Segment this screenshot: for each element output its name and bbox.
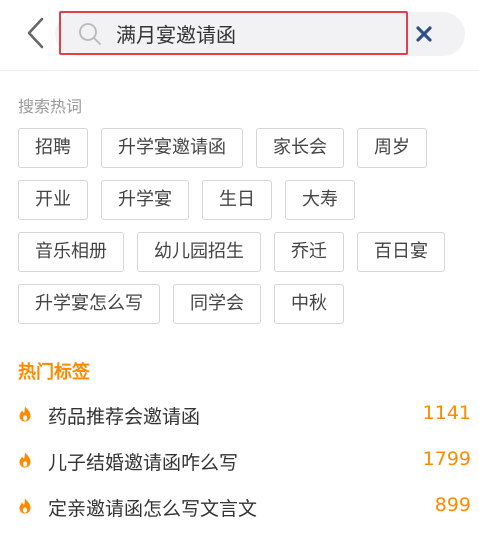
flame-icon [19,406,31,422]
popular-item-label: 药品推荐会邀请函 [48,406,201,428]
tag-row: 招聘 升学宴邀请函 家长会 周岁 [18,128,468,168]
search-input[interactable] [116,17,396,49]
hot-tag[interactable]: 百日宴 [357,232,445,272]
tag-row: 升学宴怎么写 同学会 中秋 [18,284,468,324]
popular-list: 药品推荐会邀请函 1141 儿子结婚邀请函咋么写 1799 定亲邀请函怎么写文言… [0,392,479,530]
hot-tag[interactable]: 同学会 [173,284,261,324]
hot-tag[interactable]: 中秋 [274,284,344,324]
clear-button[interactable] [412,22,436,46]
popular-item[interactable]: 定亲邀请函怎么写文言文 899 [0,484,479,530]
hot-tag[interactable]: 家长会 [256,128,344,168]
popular-item-count: 1799 [422,448,471,470]
popular-item-label: 儿子结婚邀请函咋么写 [48,452,239,474]
popular-item-count: 1141 [422,402,471,424]
search-icon [79,23,101,45]
hot-search-title: 搜索热词 [18,97,83,116]
hot-tag[interactable]: 幼儿园招生 [137,232,261,272]
clear-icon [416,26,432,42]
tag-row: 开业 升学宴 生日 大寿 [18,180,468,220]
hot-tag[interactable]: 周岁 [357,128,427,168]
popular-item-count: 899 [434,494,471,516]
back-button[interactable] [22,14,52,52]
back-arrow-icon [27,17,44,49]
hot-tag[interactable]: 招聘 [18,128,88,168]
hot-tag[interactable]: 升学宴 [101,180,189,220]
popular-item-label: 定亲邀请函怎么写文言文 [48,498,258,520]
hot-tag[interactable]: 生日 [202,180,272,220]
popular-tags-title: 热门标签 [18,362,90,383]
hot-tag[interactable]: 升学宴怎么写 [18,284,160,324]
tag-row: 音乐相册 幼儿园招生 乔迁 百日宴 [18,232,468,272]
hot-tag[interactable]: 大寿 [285,180,355,220]
top-bar [0,0,479,71]
flame-icon [19,452,31,468]
hot-tag[interactable]: 升学宴邀请函 [101,128,243,168]
flame-icon [19,498,31,514]
hot-tag[interactable]: 音乐相册 [18,232,124,272]
hot-tag[interactable]: 乔迁 [274,232,344,272]
hot-search-tags: 招聘 升学宴邀请函 家长会 周岁 开业 升学宴 生日 大寿 音乐相册 幼儿园招生… [18,128,468,336]
hot-tag[interactable]: 开业 [18,180,88,220]
popular-item[interactable]: 儿子结婚邀请函咋么写 1799 [0,438,479,484]
popular-item[interactable]: 药品推荐会邀请函 1141 [0,392,479,438]
